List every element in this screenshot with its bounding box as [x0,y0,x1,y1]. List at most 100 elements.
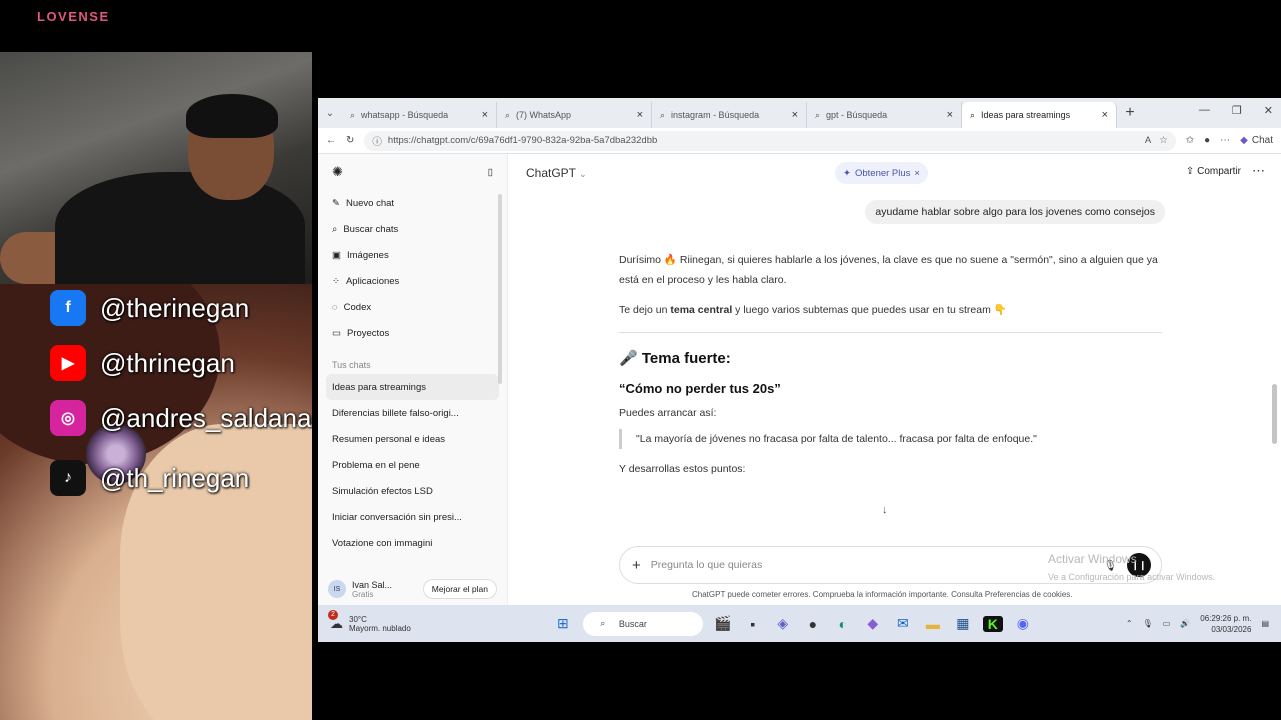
webcam-person-hair [186,94,278,138]
user-info: Ivan Sal... Gratis [352,580,392,599]
sidebar-item-codex[interactable]: ◌ Codex [318,294,507,320]
browser-tab[interactable]: ⌕ (7) WhatsApp × [497,102,652,128]
image-icon: ▣ [332,249,341,261]
tab-actions-icon[interactable]: ⌄ [318,108,342,119]
more-menu-icon[interactable]: ⋯ [1220,135,1230,146]
model-selector[interactable]: ChatGPT ⌄ [526,166,587,180]
user-plan: Gratis [352,589,374,599]
back-icon[interactable]: ← [326,135,336,146]
avatar: IS [328,580,346,598]
facebook-icon: f [50,290,86,326]
edge-icon[interactable]: ◐ [833,616,853,632]
disclaimer-text: ChatGPT puede cometer errores. Comprueba… [692,590,1073,599]
profile-icon[interactable]: ● [1204,135,1210,146]
browser-tab[interactable]: ⌕ whatsapp - Búsqueda × [342,102,497,128]
composer-input[interactable]: Pregunta lo que quieras [651,559,763,571]
taskbar-search[interactable]: ⌕ Buscar [582,611,703,636]
copilot-chat-button[interactable]: ◆ Chat [1240,135,1273,146]
toggle-sidebar-icon[interactable]: ▯ [488,167,493,178]
chat-history-item[interactable]: Resumen personal e ideas [318,426,507,452]
p2-text: Te dejo un [619,304,671,316]
weather-widget[interactable]: ☁ 2 30°C Mayorm. nublado [328,609,411,633]
task-view-icon[interactable]: ▪ [743,616,763,632]
openai-logo-icon[interactable]: ✺ [332,164,343,180]
activate-windows-subtext: Ve a Configuración para activar Windows. [1048,572,1216,582]
site-info-icon[interactable]: ⓘ [372,134,382,148]
p2-text-end: y luego varios subtemas que puedes usar … [732,304,1007,316]
chat-history-item[interactable]: Simulación efectos LSD [318,478,507,504]
get-plus-button[interactable]: ✦ Obtener Plus × [835,162,928,184]
url-text: https://chatgpt.com/c/69a76df1-9790-832a… [387,135,658,146]
sidebar-item-proyectos[interactable]: ▭ Proyectos [318,320,507,346]
weather-badge: 2 [328,609,338,620]
kick-icon[interactable]: K [982,615,1003,632]
discord-icon[interactable]: ◉ [1013,615,1033,632]
close-window-icon[interactable]: ✕ [1264,104,1273,117]
favorites-icon[interactable]: ✩ [1186,135,1194,146]
display-icon[interactable]: ▭ [1163,619,1171,628]
video-editor-icon[interactable]: 🎬 [713,615,733,632]
chat-history-item[interactable]: Diferencias billete falso-origi... [318,400,507,426]
chat-history-item[interactable]: Ideas para streamings [326,374,499,400]
codex-icon: ◌ [332,301,338,313]
close-tab-icon[interactable]: × [482,109,488,121]
close-tab-icon[interactable]: × [947,109,953,121]
attach-plus-icon[interactable]: + [632,557,641,574]
tab-label: whatsapp - Búsqueda [361,110,449,120]
mic-tray-icon[interactable]: 🎙 [1143,619,1153,628]
sidebar-scrollbar[interactable] [498,194,502,384]
chat-scrollbar[interactable] [1272,384,1277,444]
notifications-icon[interactable]: ▤ [1261,619,1269,628]
file-explorer-icon[interactable]: ▬ [923,616,943,632]
scroll-down-icon[interactable]: ↓ [882,504,888,516]
taskbar-search-label: Buscar [618,618,647,629]
restore-icon[interactable]: ❐ [1232,104,1242,117]
response-paragraph-4: Y desarrollas estos puntos: [619,463,746,475]
social-instagram: ◎ @andres_saldana [50,400,311,436]
sidebar-item-label: Buscar chats [343,223,399,235]
new-tab-button[interactable]: + [1117,104,1143,122]
close-tab-icon[interactable]: × [1102,109,1108,121]
apps-icon: ⁘ [332,275,340,287]
outlook-icon[interactable]: ✉ [893,615,913,632]
search-icon: ⌕ [332,223,338,235]
address-bar[interactable]: ⓘ https://chatgpt.com/c/69a76df1-9790-83… [364,130,1176,151]
refresh-icon[interactable]: ↻ [346,135,354,146]
social-handle: @andres_saldana [100,402,312,433]
copilot-icon[interactable]: ◆ [863,615,883,632]
system-clock[interactable]: 06:29:26 p. m. 03/03/2026 [1200,613,1251,635]
read-aloud-icon[interactable]: A [1145,135,1151,146]
user-account-bar[interactable]: IS Ivan Sal... Gratis Mejorar el plan [318,579,507,599]
favorite-star-icon[interactable]: ☆ [1159,135,1168,146]
sidebar-item-nuevo-chat[interactable]: ✎ Nuevo chat [318,190,507,216]
sidebar-item-aplicaciones[interactable]: ⁘ Aplicaciones [318,268,507,294]
tab-list: ⌕ whatsapp - Búsqueda × ⌕ (7) WhatsApp × ⌕ inst… [342,102,1117,128]
app-icon[interactable]: ● [803,616,823,632]
clock-date: 03/03/2026 [1211,624,1252,634]
teams-icon[interactable]: ◈ [773,615,793,632]
chat-main: ChatGPT ⌄ ✦ Obtener Plus × ⇪ Compartir ⋯… [508,154,1281,605]
windows-start-icon[interactable]: ⊞ [553,615,573,632]
volume-icon[interactable]: 🔊 [1180,619,1190,628]
sidebar-item-im-genes[interactable]: ▣ Imágenes [318,242,507,268]
dismiss-icon[interactable]: × [914,168,920,179]
minimize-icon[interactable]: — [1199,104,1210,117]
share-button[interactable]: ⇪ Compartir [1186,166,1241,177]
chatgpt-sidebar: ✺ ▯ ✎ Nuevo chat ⌕ Buscar chats ▣ Imágenes ⁘ Ap… [318,154,508,605]
browser-tab[interactable]: ⌕ gpt - Búsqueda × [807,102,962,128]
window-controls: — ❐ ✕ [1199,104,1273,117]
tab-favicon-icon: ⌕ [505,109,511,120]
chat-history-item[interactable]: Votazione con immagini [318,530,507,556]
browser-tab[interactable]: ⌕ Ideas para streamings × [962,102,1117,128]
browser-tab[interactable]: ⌕ instagram - Búsqueda × [652,102,807,128]
tab-favicon-icon: ⌕ [970,109,976,120]
sidebar-item-buscar-chats[interactable]: ⌕ Buscar chats [318,216,507,242]
store-icon[interactable]: ▦ [953,615,973,632]
close-tab-icon[interactable]: × [637,109,643,121]
close-tab-icon[interactable]: × [792,109,798,121]
conversation-options-icon[interactable]: ⋯ [1252,163,1265,179]
tray-overflow-icon[interactable]: ⌃ [1126,619,1133,628]
chat-history-item[interactable]: Problema en el pene [318,452,507,478]
chat-history-item[interactable]: Iniciar conversación sin presi... [318,504,507,530]
upgrade-plan-button[interactable]: Mejorar el plan [422,579,497,599]
